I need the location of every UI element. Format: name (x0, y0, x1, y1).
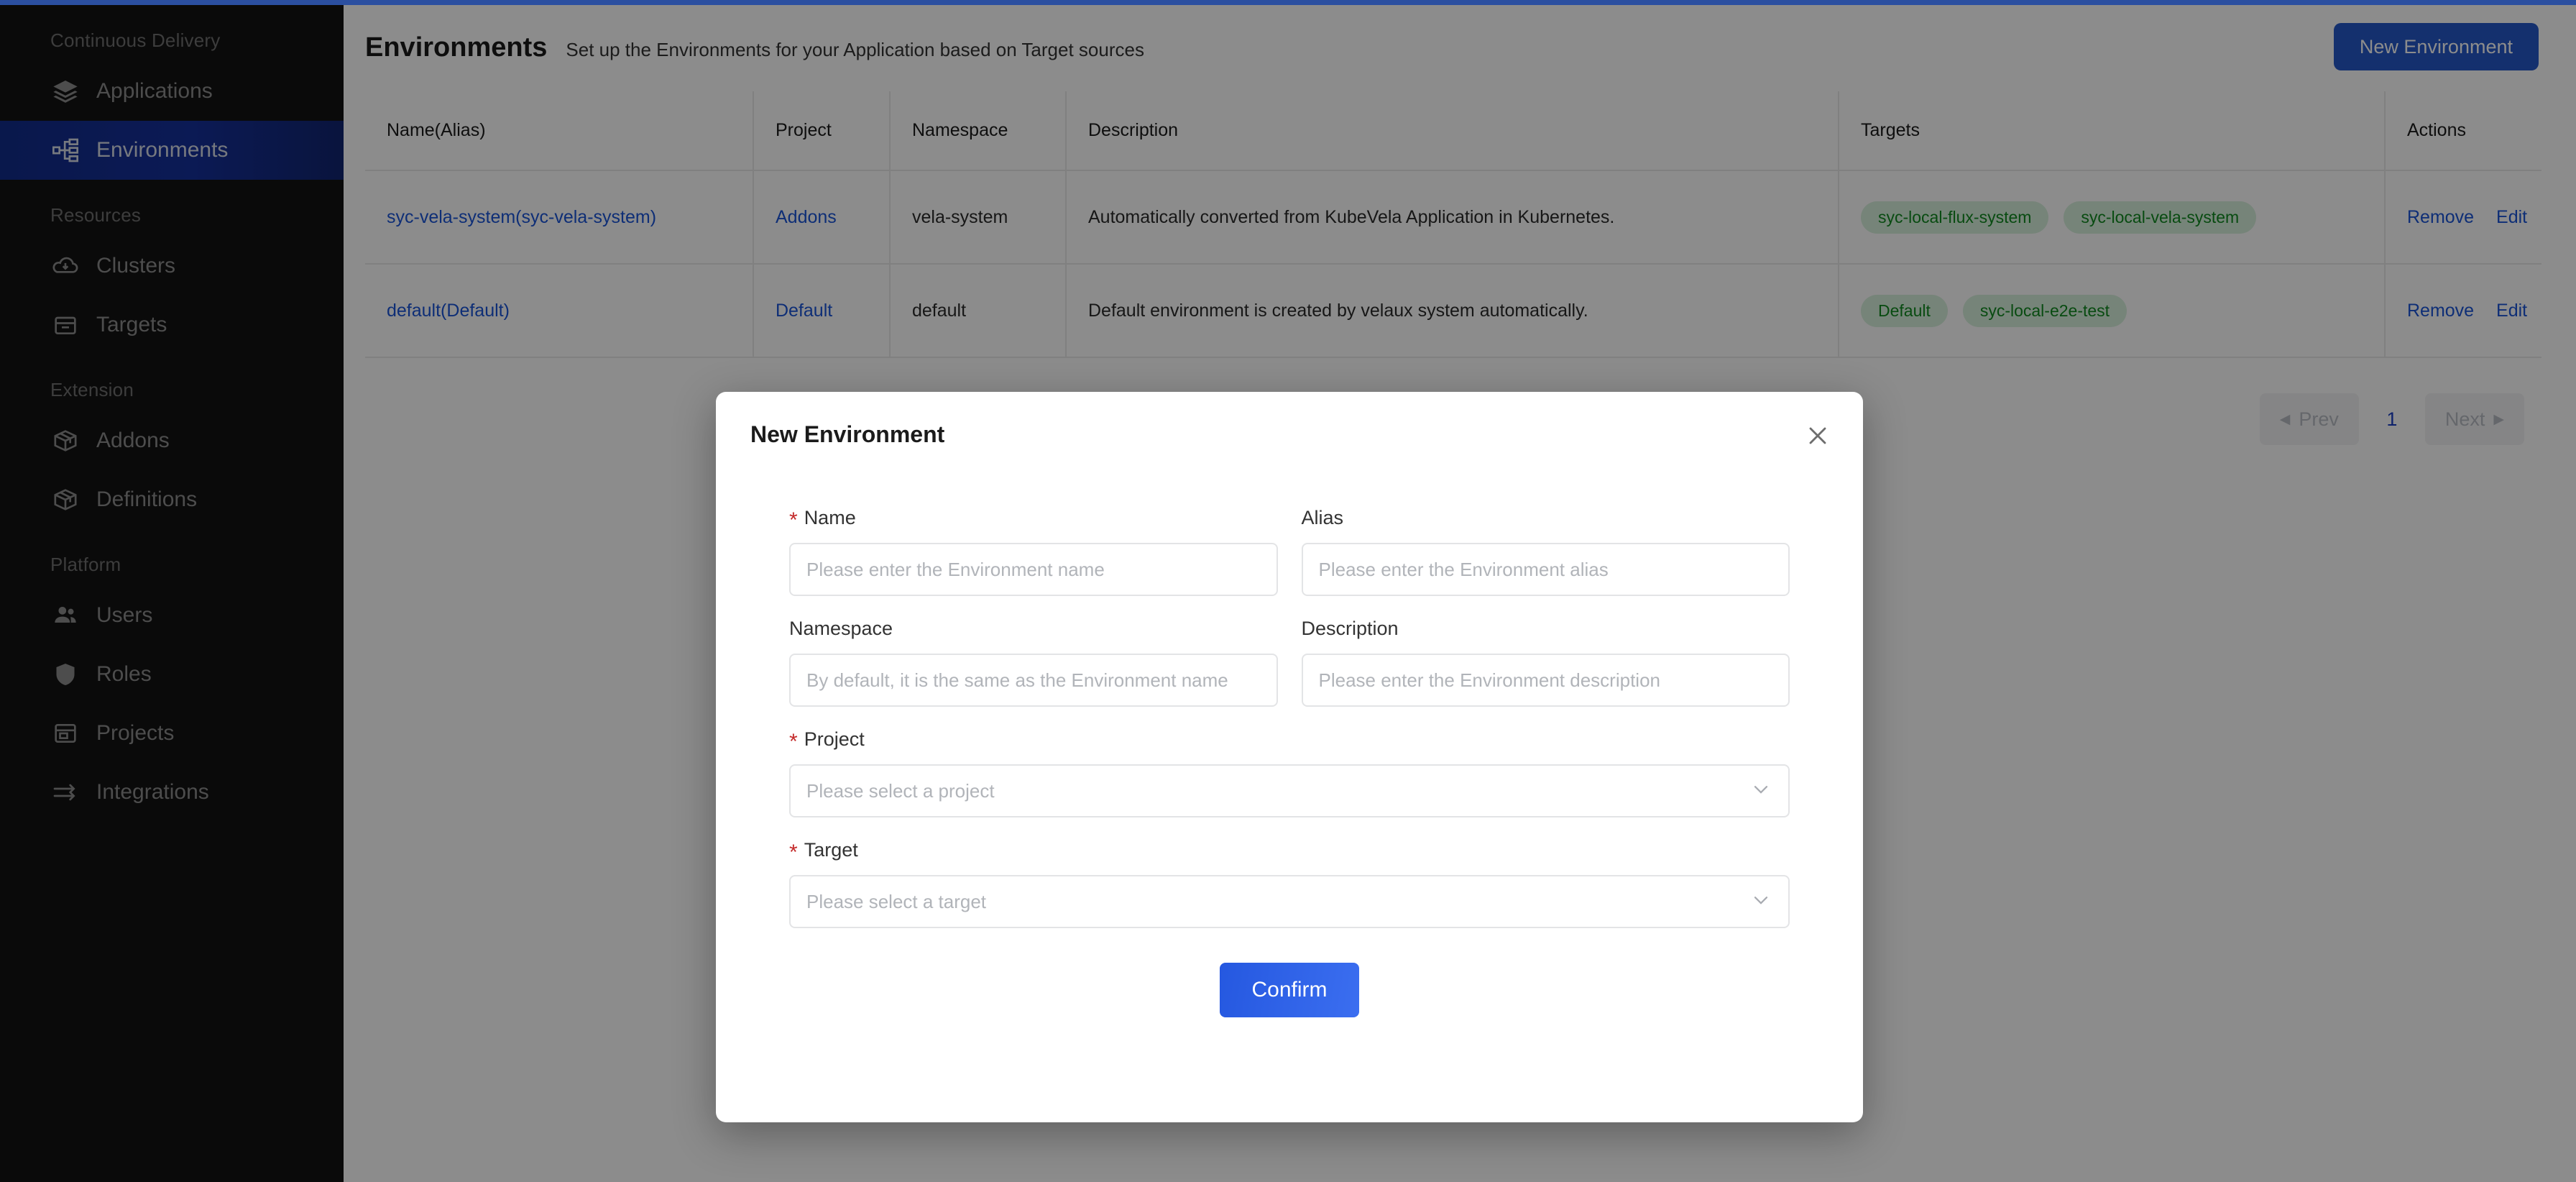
chevron-down-icon (1749, 889, 1772, 915)
project-select[interactable]: Please select a project (789, 764, 1790, 817)
required-asterisk: * (789, 508, 798, 532)
form-row-name-alias: * Name Alias (789, 505, 1790, 596)
target-select[interactable]: Please select a target (789, 875, 1790, 928)
name-input[interactable] (789, 543, 1278, 596)
field-label-description: Description (1302, 616, 1790, 641)
confirm-button[interactable]: Confirm (1220, 963, 1359, 1017)
close-icon[interactable] (1801, 419, 1834, 452)
top-accent-bar (0, 0, 2576, 5)
field-label-text: Namespace (789, 617, 893, 639)
form-row-project: * Project Please select a project (789, 727, 1790, 817)
field-target: * Target Please select a target (789, 838, 1790, 928)
namespace-input[interactable] (789, 654, 1278, 707)
project-select-value: Please select a project (806, 779, 995, 802)
field-label-project: * Project (789, 727, 1790, 753)
form-row-namespace-description: Namespace Description (789, 616, 1790, 707)
field-description: Description (1301, 616, 1790, 707)
field-label-namespace: Namespace (789, 616, 1278, 641)
alias-input[interactable] (1301, 543, 1790, 596)
field-label-text: Target (804, 838, 858, 861)
target-select-value: Please select a target (806, 890, 987, 912)
form-row-target: * Target Please select a target (789, 838, 1790, 928)
description-input[interactable] (1301, 654, 1790, 707)
field-name: * Name (789, 505, 1278, 596)
field-alias: Alias (1301, 505, 1790, 596)
dialog-header: New Environment (716, 392, 1863, 477)
required-asterisk: * (789, 840, 798, 864)
dialog-title: New Environment (750, 421, 945, 447)
field-label-text: Project (804, 728, 865, 750)
required-asterisk: * (789, 730, 798, 753)
field-project: * Project Please select a project (789, 727, 1790, 817)
field-label-text: Description (1301, 617, 1399, 639)
field-label-alias: Alias (1302, 505, 1790, 530)
field-label-name: * Name (789, 505, 1278, 532)
new-environment-dialog: New Environment * Name Alias (716, 392, 1863, 1122)
field-label-target: * Target (789, 838, 1790, 864)
field-label-text: Name (804, 506, 856, 528)
field-label-text: Alias (1301, 506, 1344, 528)
field-namespace: Namespace (789, 616, 1278, 707)
dialog-body: * Name Alias Namespace Des (716, 477, 1863, 1017)
chevron-down-icon (1749, 778, 1772, 805)
dialog-footer: Confirm (789, 963, 1790, 1017)
